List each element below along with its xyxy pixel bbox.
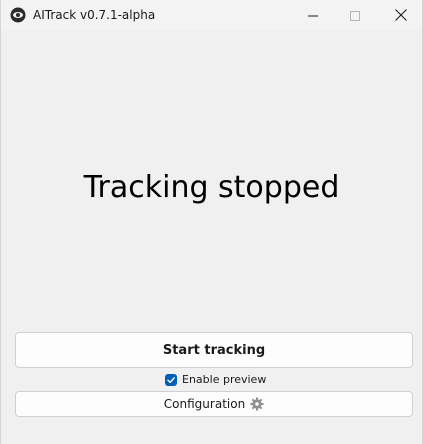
minimize-button[interactable] (290, 0, 336, 30)
close-button[interactable] (378, 0, 423, 30)
configuration-label: Configuration (163, 397, 246, 411)
checkmark-icon (167, 377, 175, 384)
title-bar[interactable]: AITrack v0.7.1-alpha (1, 0, 422, 30)
enable-preview-label: Enable preview (182, 373, 267, 386)
close-icon (395, 6, 407, 25)
configuration-button[interactable]: Configuration (15, 391, 413, 417)
enable-preview-checkbox-row[interactable]: Enable preview (165, 373, 266, 387)
window-title: AITrack v0.7.1-alpha (33, 8, 156, 22)
start-tracking-button[interactable]: Start tracking (15, 332, 413, 368)
app-window: AITrack v0.7.1-alpha Tracking stopped St… (0, 0, 423, 444)
maximize-button[interactable] (332, 0, 378, 30)
tracking-status-text: Tracking stopped (83, 170, 340, 205)
enable-preview-checkbox[interactable] (165, 374, 177, 386)
gear-icon (250, 397, 264, 411)
maximize-icon (350, 6, 360, 25)
app-icon (10, 7, 26, 23)
minimize-icon (308, 6, 318, 25)
